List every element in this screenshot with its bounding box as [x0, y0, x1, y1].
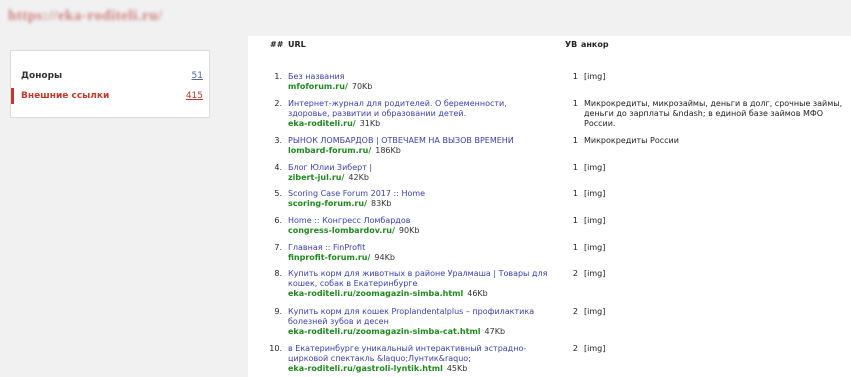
- row-number: 7.: [274, 243, 282, 252]
- domain-link[interactable]: congress-lombardov.ru/: [288, 226, 395, 235]
- page-title-link[interactable]: Интернет-журнал для родителей. О беремен…: [288, 99, 550, 119]
- uv-value: 2: [572, 269, 578, 278]
- page-title-link[interactable]: в Екатеринбурге уникальный интерактивный…: [288, 344, 550, 364]
- page-title-link[interactable]: Без названия: [288, 72, 550, 82]
- uv-value: 1: [572, 243, 578, 252]
- row-number: 9.: [274, 307, 282, 316]
- sidebar-item-donors[interactable]: Доноры 51: [11, 68, 209, 84]
- page-size: 94Kb: [374, 253, 395, 262]
- anchor-text: [img]: [584, 216, 606, 225]
- page-title-link[interactable]: Главная :: FinProfit: [288, 243, 550, 253]
- page-size: 42Kb: [348, 173, 369, 182]
- domain-link[interactable]: finprofit-forum.ru/: [288, 253, 370, 262]
- page-title-link[interactable]: Scoring Case Forum 2017 :: Home: [288, 189, 550, 199]
- page-size: 47Kb: [484, 327, 506, 336]
- page-title-link[interactable]: Купить корм для животных в районе Уралма…: [288, 269, 550, 289]
- page-size: 70Kb: [351, 82, 373, 91]
- uv-value: 1: [572, 216, 578, 225]
- sidebar-item-count[interactable]: 415: [186, 91, 203, 101]
- uv-value: 1: [572, 189, 578, 198]
- page-size: 186Kb: [375, 146, 401, 155]
- page-size: 83Kb: [370, 199, 392, 208]
- page-title-link[interactable]: Купить корм для кошек Proplandentalplus …: [288, 307, 550, 327]
- page-title-link[interactable]: Блог Юлии Зиберт |: [288, 163, 550, 173]
- column-header-anchor: анкор: [581, 40, 609, 49]
- row-number: 5.: [274, 189, 282, 198]
- row-number: 3.: [274, 136, 282, 145]
- anchor-text: [img]: [584, 307, 606, 316]
- anchor-text: [img]: [584, 163, 606, 172]
- page-size: 45Kb: [446, 364, 468, 373]
- anchor-text: Микрокредиты, микрозаймы, деньги в долг,…: [584, 99, 843, 128]
- sidebar-item-count[interactable]: 51: [192, 71, 203, 81]
- column-header-url: URL: [288, 40, 306, 49]
- anchor-text: Микрокредиты России: [584, 136, 679, 145]
- anchor-text: [img]: [584, 72, 606, 81]
- uv-value: 2: [572, 307, 578, 316]
- row-number: 8.: [274, 269, 282, 278]
- column-header-num: ##: [270, 40, 284, 49]
- page-size: 46Kb: [467, 289, 488, 298]
- domain-link[interactable]: eka-roditeli.ru/zoomagazin-simba-cat.htm…: [288, 327, 481, 336]
- sidebar: Доноры 51 Внешние ссылки 415: [10, 50, 210, 118]
- page-title-link[interactable]: Home :: Конгресс Ломбардов: [288, 216, 550, 226]
- uv-value: 1: [572, 163, 578, 172]
- page-size: 90Kb: [398, 226, 420, 235]
- row-number: 6.: [274, 216, 282, 225]
- column-header-uv: УВ: [565, 40, 578, 49]
- domain-link[interactable]: scoring-forum.ru/: [288, 199, 367, 208]
- uv-value: 1: [572, 136, 578, 145]
- anchor-text: [img]: [584, 344, 606, 353]
- domain-link[interactable]: zibert-jul.ru/: [288, 173, 344, 182]
- anchor-text: [img]: [584, 243, 606, 252]
- row-number: 4.: [274, 163, 282, 172]
- anchor-text: [img]: [584, 189, 606, 198]
- sidebar-item-external-links[interactable]: Внешние ссылки 415: [11, 88, 209, 104]
- uv-value: 2: [572, 344, 578, 353]
- domain-link[interactable]: eka-roditeli.ru/zoomagazin-simba.html: [288, 289, 463, 298]
- row-number: 10.: [269, 344, 282, 353]
- anchor-text: [img]: [584, 269, 606, 278]
- uv-value: 1: [572, 72, 578, 81]
- page-size: 31Kb: [359, 119, 381, 128]
- domain-link[interactable]: eka-roditeli.ru/gastroli-lyntik.html: [288, 364, 443, 373]
- domain-link[interactable]: lombard-forum.ru/: [288, 146, 371, 155]
- uv-value: 1: [572, 99, 578, 108]
- domain-link[interactable]: mfoforum.ru/: [288, 82, 348, 91]
- site-title: https://eka-roditeli.ru/: [8, 8, 163, 24]
- domain-link[interactable]: eka-roditeli.ru/: [288, 119, 356, 128]
- row-number: 2.: [274, 99, 282, 108]
- links-table: ## URL УВ анкор 1. Без названия mfoforum…: [248, 36, 851, 377]
- page-title-link[interactable]: РЫНОК ЛОМБАРДОВ | ОТВЕЧАЕМ НА ВЫЗОВ ВРЕМ…: [288, 136, 550, 146]
- row-number: 1.: [274, 72, 282, 81]
- sidebar-item-label: Внешние ссылки: [21, 91, 110, 101]
- sidebar-item-label: Доноры: [21, 71, 63, 81]
